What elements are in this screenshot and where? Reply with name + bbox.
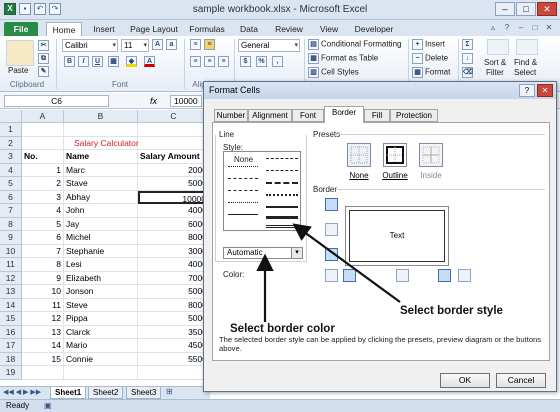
- callout-select-border-color: Select border color: [230, 323, 335, 335]
- callout-arrows: [256, 223, 401, 322]
- callout-select-border-style: Select border style: [400, 305, 503, 317]
- dialog-tab-border[interactable]: Border: [324, 106, 364, 123]
- arrow-to-line-style: [292, 223, 401, 303]
